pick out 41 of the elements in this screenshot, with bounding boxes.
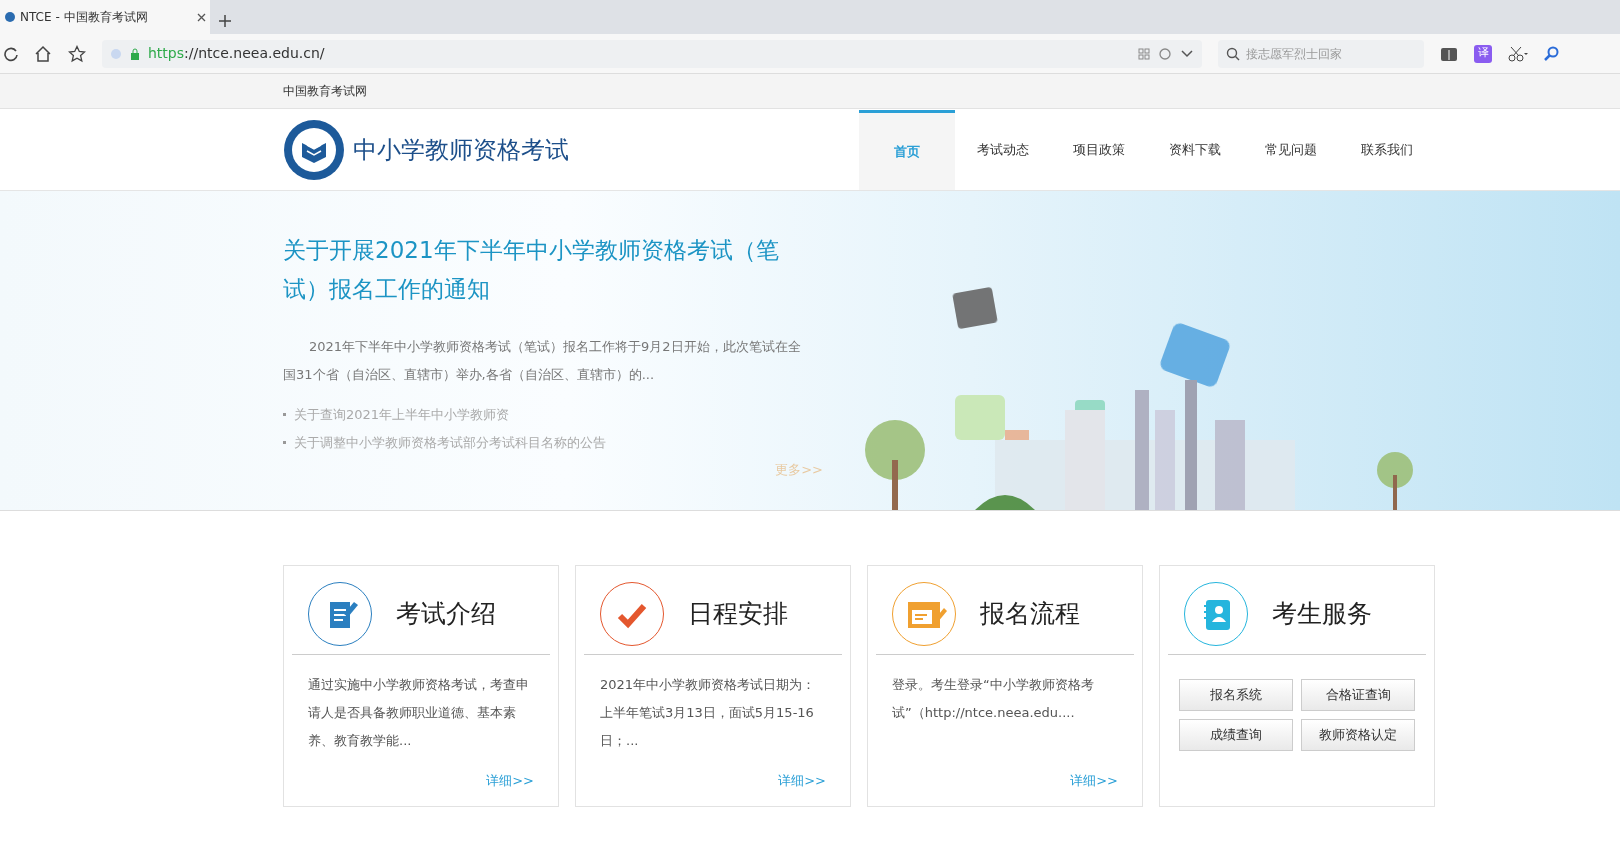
card-title: 报名流程 <box>980 598 1080 631</box>
scissors-icon <box>1508 45 1528 62</box>
card-title: 考试介绍 <box>396 598 496 631</box>
nav-tab[interactable]: 资料下载 <box>1147 110 1243 190</box>
nav-tab[interactable]: 联系我们 <box>1339 110 1435 190</box>
service-button[interactable]: 成绩查询 <box>1179 719 1293 751</box>
url-text: https://ntce.neea.edu.cn/ <box>148 44 326 63</box>
bullet-icon <box>283 440 286 444</box>
card-text: 2021年中小学教师资格考试日期为：上半年笔试3月13日，面试5月15-16日；... <box>599 676 817 750</box>
home-icon <box>34 44 52 63</box>
chevron-down-icon <box>1180 48 1194 59</box>
card-text: 通过实施中小学教师资格考试，考查申请人是否具备教师职业道德、基本素养、教育教学能... <box>307 676 530 750</box>
tab-title: NTCE - 中国教育考试网 <box>20 9 149 26</box>
new-tab-icon <box>218 14 232 28</box>
browser-tab[interactable]: NTCE - 中国教育考试网 <box>0 0 210 34</box>
search-field[interactable]: 接志愿军烈士回家 <box>1218 39 1424 68</box>
search-icon <box>1226 47 1240 61</box>
bullet-icon <box>283 413 286 417</box>
star-icon <box>68 44 86 63</box>
service-button[interactable]: 教师资格认定 <box>1301 719 1415 751</box>
site-top-label: 中国教育考试网 <box>283 83 367 100</box>
globe-icon <box>4 11 16 23</box>
card-title: 考生服务 <box>1272 598 1372 631</box>
logo-emblem-icon <box>283 118 345 181</box>
service-button[interactable]: 报名系统 <box>1179 679 1293 711</box>
site-title: 中小学教师资格考试 <box>353 134 569 166</box>
card-text: 登录。考生登录“中小学教师资格考试”（http://ntce.neea.edu.... <box>891 676 1095 722</box>
service-button[interactable]: 合格证查询 <box>1301 679 1415 711</box>
qr-icon <box>1138 47 1150 60</box>
news-summary: 2021年下半年中小学教师资格考试（笔试）报名工作将于9月2日开始，此次笔试在全国31个省（自治区、直辖市）举办,各省（自治区、直辖市）的... <box>283 338 802 384</box>
book-icon <box>1440 45 1458 62</box>
close-icon[interactable] <box>197 12 206 22</box>
lock-icon <box>130 47 140 60</box>
nav-tab[interactable]: 项目政策 <box>1051 110 1147 190</box>
address-bar[interactable]: https://ntce.neea.edu.cn/ <box>102 39 1202 68</box>
translate-button[interactable]: 译 <box>1474 44 1492 63</box>
nav-tab[interactable]: 常见问题 <box>1243 110 1339 190</box>
reload-icon <box>4 45 18 62</box>
nav-tab[interactable]: 考试动态 <box>955 110 1051 190</box>
magnifier-icon <box>1544 45 1560 62</box>
card-title: 日程安排 <box>688 598 788 631</box>
